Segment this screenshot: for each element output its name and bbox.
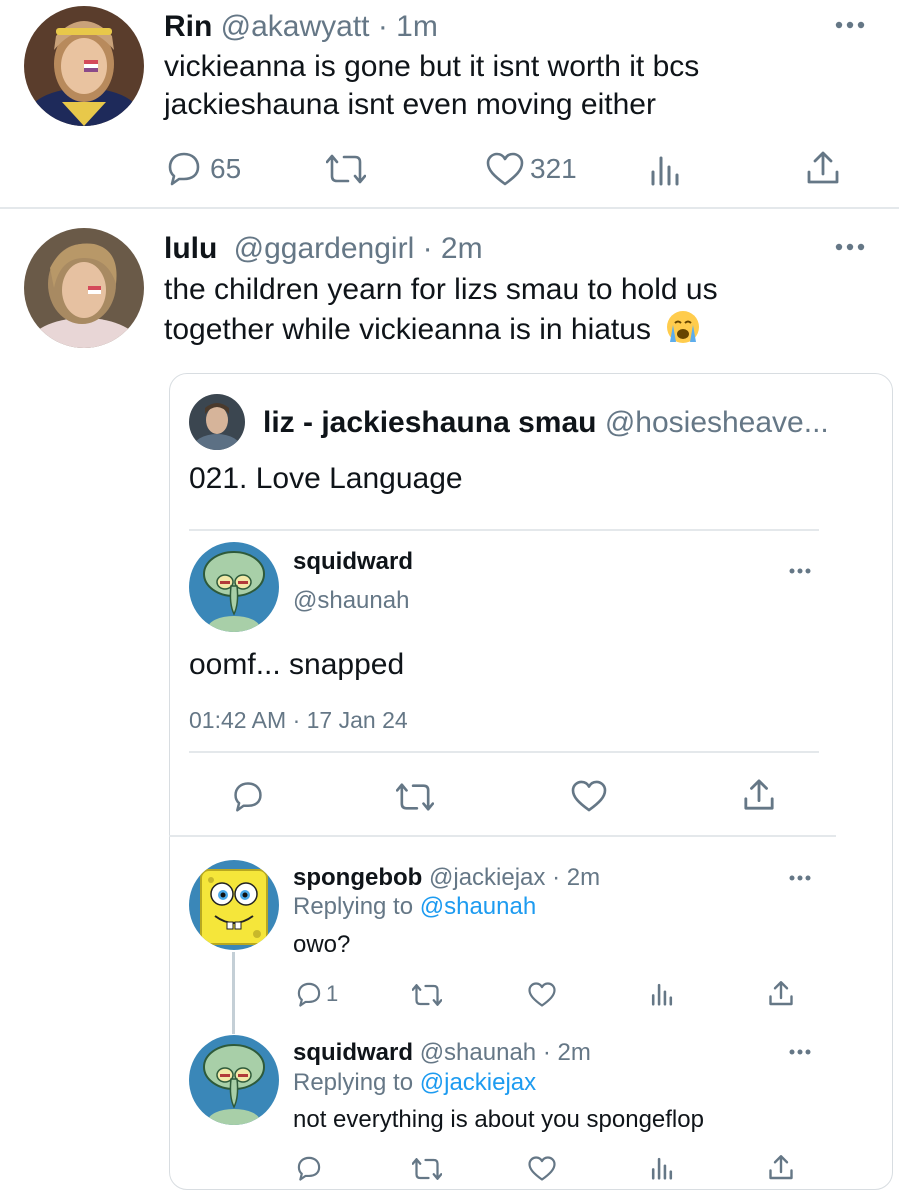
reply1-replying-to[interactable]: @shaunah: [420, 893, 536, 920]
more-icon[interactable]: [834, 240, 866, 254]
avatar-squidward[interactable]: [189, 542, 279, 632]
reply-icon[interactable]: [296, 981, 322, 1007]
tweet1-like-count: 321: [530, 153, 577, 184]
share-icon[interactable]: [806, 150, 840, 186]
tweet2-text-line2-wrap: together while vickieanna is in hiatus: [164, 309, 701, 355]
analytics-icon[interactable]: [651, 982, 673, 1006]
more-icon[interactable]: [834, 18, 866, 32]
tweet2-time[interactable]: · 2m: [423, 232, 483, 265]
reply1-time[interactable]: · 2m: [552, 864, 600, 891]
more-icon[interactable]: [788, 566, 812, 576]
reply-icon[interactable]: [296, 1155, 322, 1181]
emoji-graphic: [667, 311, 700, 343]
reply1-name[interactable]: spongebob: [293, 864, 422, 891]
more-icon[interactable]: [788, 873, 812, 883]
quote-header: liz - jackieshauna smau @hosiesheave...: [263, 405, 829, 441]
quote-text: 021. Love Language: [189, 462, 463, 495]
tweet2-name[interactable]: lulu: [164, 232, 217, 265]
reply2-replying-prefix: Replying to: [293, 1069, 414, 1096]
heart-icon[interactable]: [486, 152, 524, 186]
reply2-replying-to[interactable]: @jackiejax: [420, 1069, 536, 1096]
reply1-header: spongebob @jackiejax · 2m: [293, 864, 600, 892]
quote-divider: [189, 529, 819, 531]
reply-icon[interactable]: [232, 780, 264, 812]
reply2-replying: Replying to @jackiejax: [293, 1069, 536, 1097]
share-icon[interactable]: [768, 1154, 794, 1181]
reply1-reply-count: 1: [326, 981, 339, 1006]
avatar-lulu[interactable]: [24, 228, 144, 348]
tweet1-text-line1: vickieanna is gone but it isnt worth it …: [164, 50, 700, 83]
tweet2-handle[interactable]: @ggardengirl: [234, 232, 415, 265]
reply2-time[interactable]: · 2m: [543, 1039, 591, 1066]
main-post-name[interactable]: squidward: [293, 548, 413, 576]
reply-icon[interactable]: [166, 150, 202, 186]
tweet1-header: Rin @akawyatt · 1m: [164, 9, 438, 45]
actions-divider: [169, 835, 836, 837]
quote-handle[interactable]: @hosiesheave...: [605, 406, 829, 439]
tweet1-handle[interactable]: @akawyatt: [221, 10, 370, 43]
share-icon[interactable]: [743, 778, 775, 812]
more-icon[interactable]: [788, 1047, 812, 1057]
tweet1-text-line2: jackieshauna isnt even moving either: [164, 88, 656, 121]
tweet1-name[interactable]: Rin: [164, 10, 212, 43]
avatar-liz[interactable]: [189, 394, 245, 450]
reply1-handle[interactable]: @jackiejax: [429, 864, 545, 891]
reply2-header: squidward @shaunah · 2m: [293, 1039, 591, 1067]
reply2-handle[interactable]: @shaunah: [420, 1039, 536, 1066]
tweet1-reply-count: 65: [210, 153, 242, 184]
tweet2-text-line2: together while vickieanna is in hiatus: [164, 313, 651, 346]
heart-icon[interactable]: [528, 982, 556, 1007]
reply1-replying-prefix: Replying to: [293, 893, 414, 920]
heart-icon[interactable]: [528, 1156, 556, 1181]
quote-name[interactable]: liz - jackieshauna smau: [263, 406, 596, 439]
analytics-icon[interactable]: [650, 154, 680, 186]
share-icon[interactable]: [768, 980, 794, 1007]
main-post-divider: [189, 751, 819, 753]
tweet-divider: [0, 207, 899, 209]
main-post-timestamp[interactable]: 01:42 AM · 17 Jan 24: [189, 706, 408, 734]
crying-emoji-icon: [665, 309, 701, 355]
tweet1-time[interactable]: · 1m: [378, 10, 438, 43]
retweet-icon[interactable]: [412, 982, 442, 1008]
reply2-name[interactable]: squidward: [293, 1039, 413, 1066]
retweet-icon[interactable]: [396, 781, 434, 813]
tweet2-text-line1: the children yearn for lizs smau to hold…: [164, 273, 718, 306]
avatar-rin[interactable]: [24, 6, 144, 126]
tweet2-header: lulu @ggardengirl · 2m: [164, 231, 483, 267]
retweet-icon[interactable]: [326, 152, 366, 186]
reply1-text: owo?: [293, 931, 351, 958]
analytics-icon[interactable]: [651, 1156, 673, 1180]
heart-icon[interactable]: [571, 780, 607, 812]
avatar-spongebob[interactable]: [189, 860, 279, 950]
reply1-replying: Replying to @shaunah: [293, 893, 536, 921]
main-post-handle[interactable]: @shaunah: [293, 587, 409, 615]
avatar-squidward[interactable]: [189, 1035, 279, 1125]
thread-line: [232, 952, 235, 1034]
reply2-text: not everything is about you spongeflop: [293, 1106, 704, 1133]
main-post-text: oomf... snapped: [189, 648, 405, 681]
retweet-icon[interactable]: [412, 1156, 442, 1182]
